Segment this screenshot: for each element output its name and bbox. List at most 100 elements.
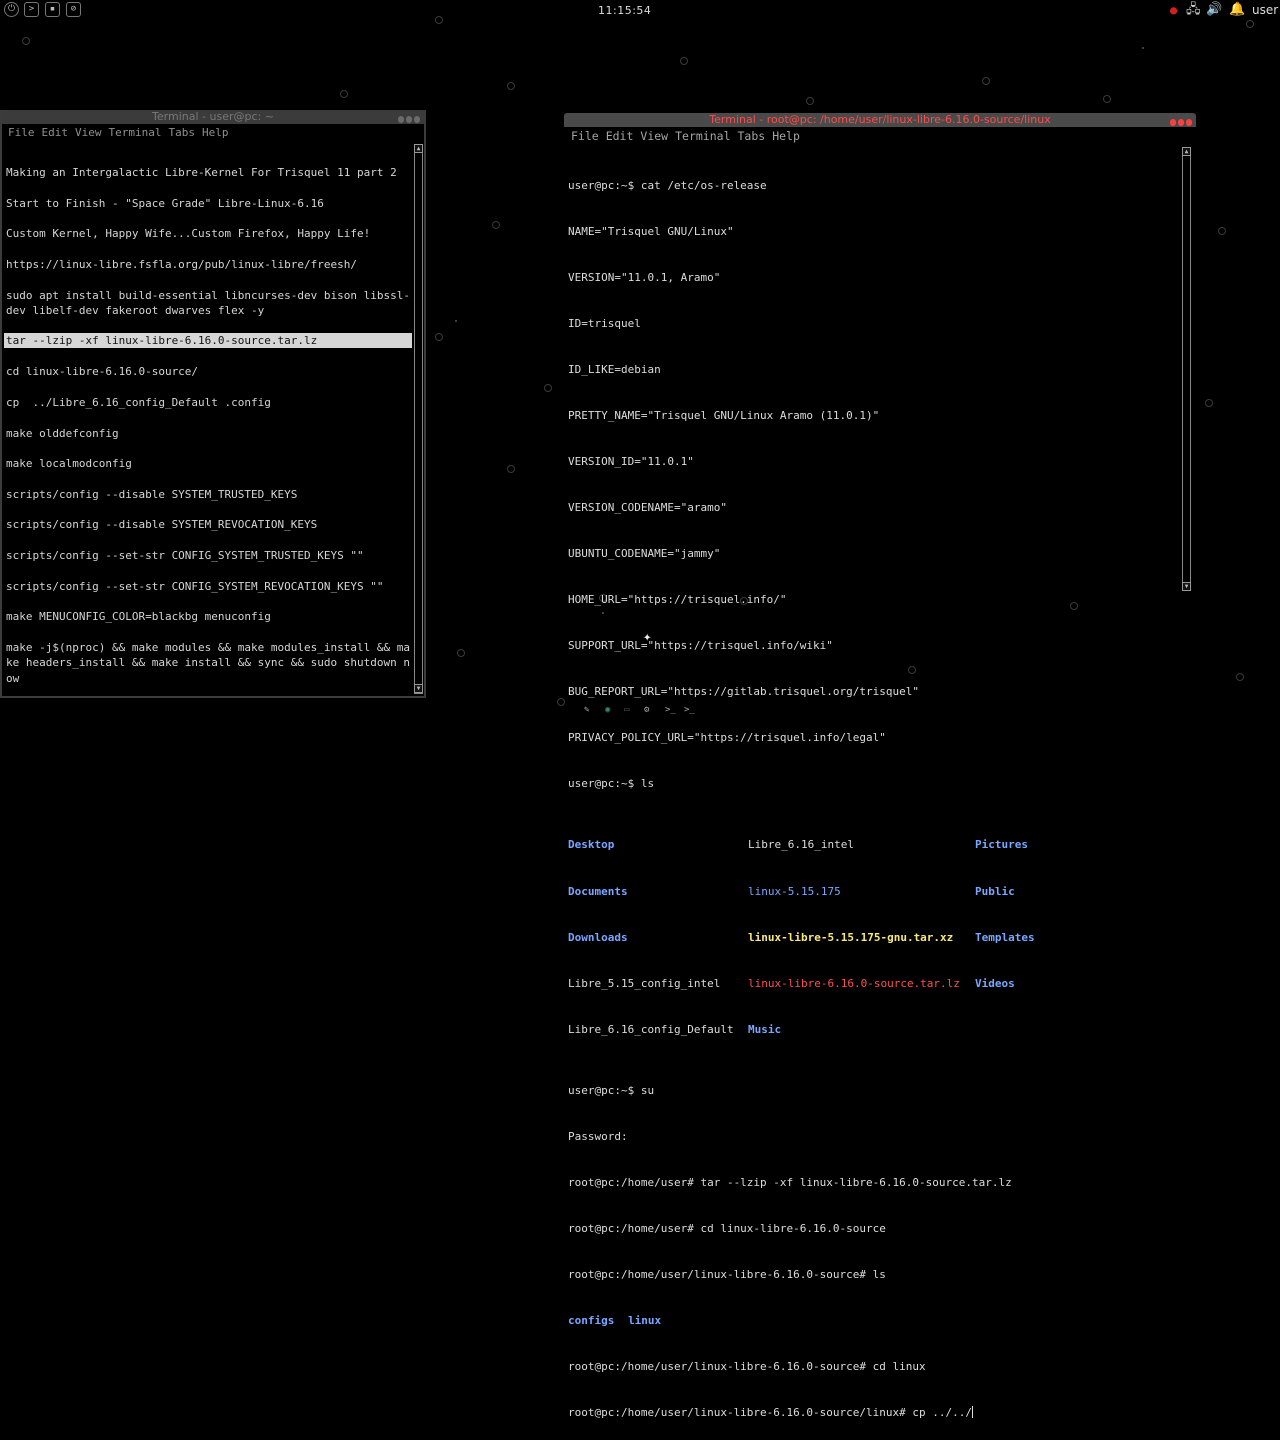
terminal-line: Making an Intergalactic Libre-Kernel For… <box>6 166 397 179</box>
window-title: Terminal - root@pc: /home/user/linux-lib… <box>709 113 1051 126</box>
menu-help[interactable]: Help <box>202 126 229 139</box>
star-decoration <box>982 77 990 85</box>
terminal-line: user@pc:~$ cat /etc/os-release <box>568 178 767 192</box>
terminal-line: NAME="Trisquel GNU/Linux" <box>568 224 734 238</box>
terminal-icon[interactable]: >_ <box>684 704 695 716</box>
ls-output-row: Libre_5.15_config_intel linux-libre-6.16… <box>568 976 1015 991</box>
scroll-down-arrow-icon[interactable]: ▼ <box>414 684 423 693</box>
terminal-line: scripts/config --set-str CONFIG_SYSTEM_T… <box>6 549 364 562</box>
ls-entry-directory: Desktop <box>568 838 615 852</box>
window-controls <box>396 113 420 123</box>
text-cursor <box>971 1406 973 1419</box>
terminal-line: make -j$(nproc) && make modules && make … <box>6 641 410 654</box>
scroll-up-arrow-icon[interactable]: ▲ <box>414 144 423 153</box>
star-decoration <box>1103 95 1111 103</box>
ls-entry-file: Libre_5.15_config_intel <box>568 976 721 990</box>
terminal-line: sudo apt install build-essential libncur… <box>6 289 410 302</box>
close-button[interactable] <box>414 116 420 123</box>
pen-icon[interactable]: ⊘ <box>66 2 81 17</box>
menu-file[interactable]: File <box>8 126 35 139</box>
record-icon[interactable]: ● <box>1170 2 1177 18</box>
terminal-line: user@pc:~$ ls <box>568 777 655 791</box>
terminal-line: VERSION_CODENAME="aramo" <box>568 500 727 514</box>
panel-clock[interactable]: 11:15:54 <box>598 4 651 17</box>
close-button[interactable] <box>1186 119 1192 126</box>
volume-icon[interactable]: 🔊 <box>1206 2 1222 18</box>
network-icon[interactable]: 🖧 <box>1186 2 1201 18</box>
terminal-window-left[interactable]: Terminal - user@pc: ~ File Edit View Termin… <box>0 110 426 698</box>
menu-terminal[interactable]: Terminal <box>109 126 162 139</box>
terminal-line-selected[interactable]: tar --lzip -xf linux-libre-6.16.0-source… <box>4 333 412 348</box>
menu-help[interactable]: Help <box>772 129 800 143</box>
menu-file[interactable]: File <box>571 129 599 143</box>
terminal-output[interactable]: user@pc:~$ cat /etc/os-release NAME="Tri… <box>568 147 1035 1440</box>
screen-icon[interactable]: ▭ <box>624 704 629 716</box>
gear-icon[interactable]: ⚙ <box>644 704 649 716</box>
terminal-window-right[interactable]: Terminal - root@pc: /home/user/linux-lib… <box>564 113 1196 1419</box>
terminal-prompt-line[interactable]: root@pc:/home/user/linux-libre-6.16.0-so… <box>568 1405 1012 1420</box>
terminal-line: root@pc:/home/user/linux-libre-6.16.0-so… <box>568 1268 886 1282</box>
power-icon[interactable]: ⏻ <box>4 2 19 17</box>
terminal-input-text[interactable]: root@pc:/home/user/linux-libre-6.16.0-so… <box>568 1406 972 1419</box>
menu-tabs[interactable]: Tabs <box>738 129 766 143</box>
menu-terminal[interactable]: Terminal <box>675 129 730 143</box>
panel-username[interactable]: user <box>1252 3 1278 17</box>
terminal-line: root@pc:/home/user/linux-libre-6.16.0-so… <box>568 1360 926 1374</box>
star-decoration <box>507 465 515 473</box>
ls-entry-directory: linux-5.15.175 <box>748 884 841 898</box>
terminal-line: ke headers_install && make install && sy… <box>6 656 410 669</box>
star-decoration <box>492 221 500 229</box>
star-decoration <box>1218 227 1226 235</box>
scroll-down-arrow-icon[interactable]: ▼ <box>1182 582 1191 591</box>
terminal-line: cd linux-libre-6.16.0-source/ <box>6 365 199 378</box>
menu-edit[interactable]: Edit <box>606 129 634 143</box>
ls-entry-directory: linux <box>628 1314 662 1328</box>
scroll-up-arrow-icon[interactable]: ▲ <box>1182 147 1191 156</box>
menu-edit[interactable]: Edit <box>42 126 69 139</box>
terminal-icon[interactable]: > <box>24 2 39 17</box>
pen-icon[interactable]: ✎ <box>584 704 589 716</box>
scrollbar[interactable] <box>1182 147 1191 591</box>
menu-view[interactable]: View <box>75 126 102 139</box>
terminal-line: SUPPORT_URL="https://trisquel.info/wiki" <box>568 639 833 652</box>
maximize-button[interactable] <box>1178 119 1184 126</box>
terminal-line: dev libelf-dev fakeroot dwarves flex -y <box>6 304 265 317</box>
ls-entry-archive: linux-libre-6.16.0-source.tar.lz <box>748 976 960 990</box>
ls-entry-directory: configs <box>568 1314 615 1328</box>
ls-entry-directory: Music <box>748 1022 782 1036</box>
window-titlebar[interactable]: Terminal - user@pc: ~ <box>2 110 424 124</box>
star-decoration <box>806 97 814 105</box>
terminal-line: UBUNTU_CODENAME="jammy" <box>568 546 721 560</box>
star-decoration <box>1142 47 1144 49</box>
terminal-line: HOME_URL="https://trisquel.info/" <box>568 592 787 606</box>
folder-icon[interactable]: ▪ <box>45 2 60 17</box>
maximize-button[interactable] <box>406 116 412 123</box>
scrollbar[interactable] <box>414 144 423 694</box>
star-decoration <box>340 90 348 98</box>
terminal-line: make localmodconfig <box>6 457 132 470</box>
window-titlebar[interactable]: Terminal - root@pc: /home/user/linux-lib… <box>564 113 1196 127</box>
ls-output-row: Libre_6.16_config_Default Music <box>568 1022 1012 1037</box>
star-decoration <box>1236 673 1244 681</box>
star-decoration <box>544 384 552 392</box>
menu-tabs[interactable]: Tabs <box>168 126 195 139</box>
menu-view[interactable]: View <box>640 129 668 143</box>
minimize-button[interactable] <box>398 116 404 123</box>
terminal-line: scripts/config --disable SYSTEM_TRUSTED_… <box>6 488 298 501</box>
terminal-line: ID=trisquel <box>568 316 641 330</box>
globe-icon[interactable]: ◉ <box>605 704 610 716</box>
window-controls <box>1168 116 1192 126</box>
minimize-button[interactable] <box>1170 119 1176 126</box>
terminal-line: https://linux-libre.fsfla.org/pub/linux-… <box>6 258 357 271</box>
menu-bar: File Edit View Terminal Tabs Help <box>2 124 424 142</box>
terminal-line: ID_LIKE=debian <box>568 362 661 376</box>
terminal-icon[interactable]: >_ <box>665 704 676 716</box>
ls-entry-file: Libre_6.16_config_Default <box>568 1022 734 1036</box>
menu-bar: File Edit View Terminal Tabs Help <box>564 127 1196 145</box>
terminal-line: scripts/config --disable SYSTEM_REVOCATI… <box>6 518 318 531</box>
terminal-line: VERSION_ID="11.0.1" <box>568 454 694 468</box>
terminal-line: Start to Finish - "Space Grade" Libre-Li… <box>6 197 324 210</box>
bell-icon[interactable]: 🔔 <box>1229 2 1245 18</box>
terminal-line: make MENUCONFIG_COLOR=blackbg menuconfig <box>6 610 271 623</box>
terminal-line: user@pc:~$ su <box>568 1083 655 1097</box>
